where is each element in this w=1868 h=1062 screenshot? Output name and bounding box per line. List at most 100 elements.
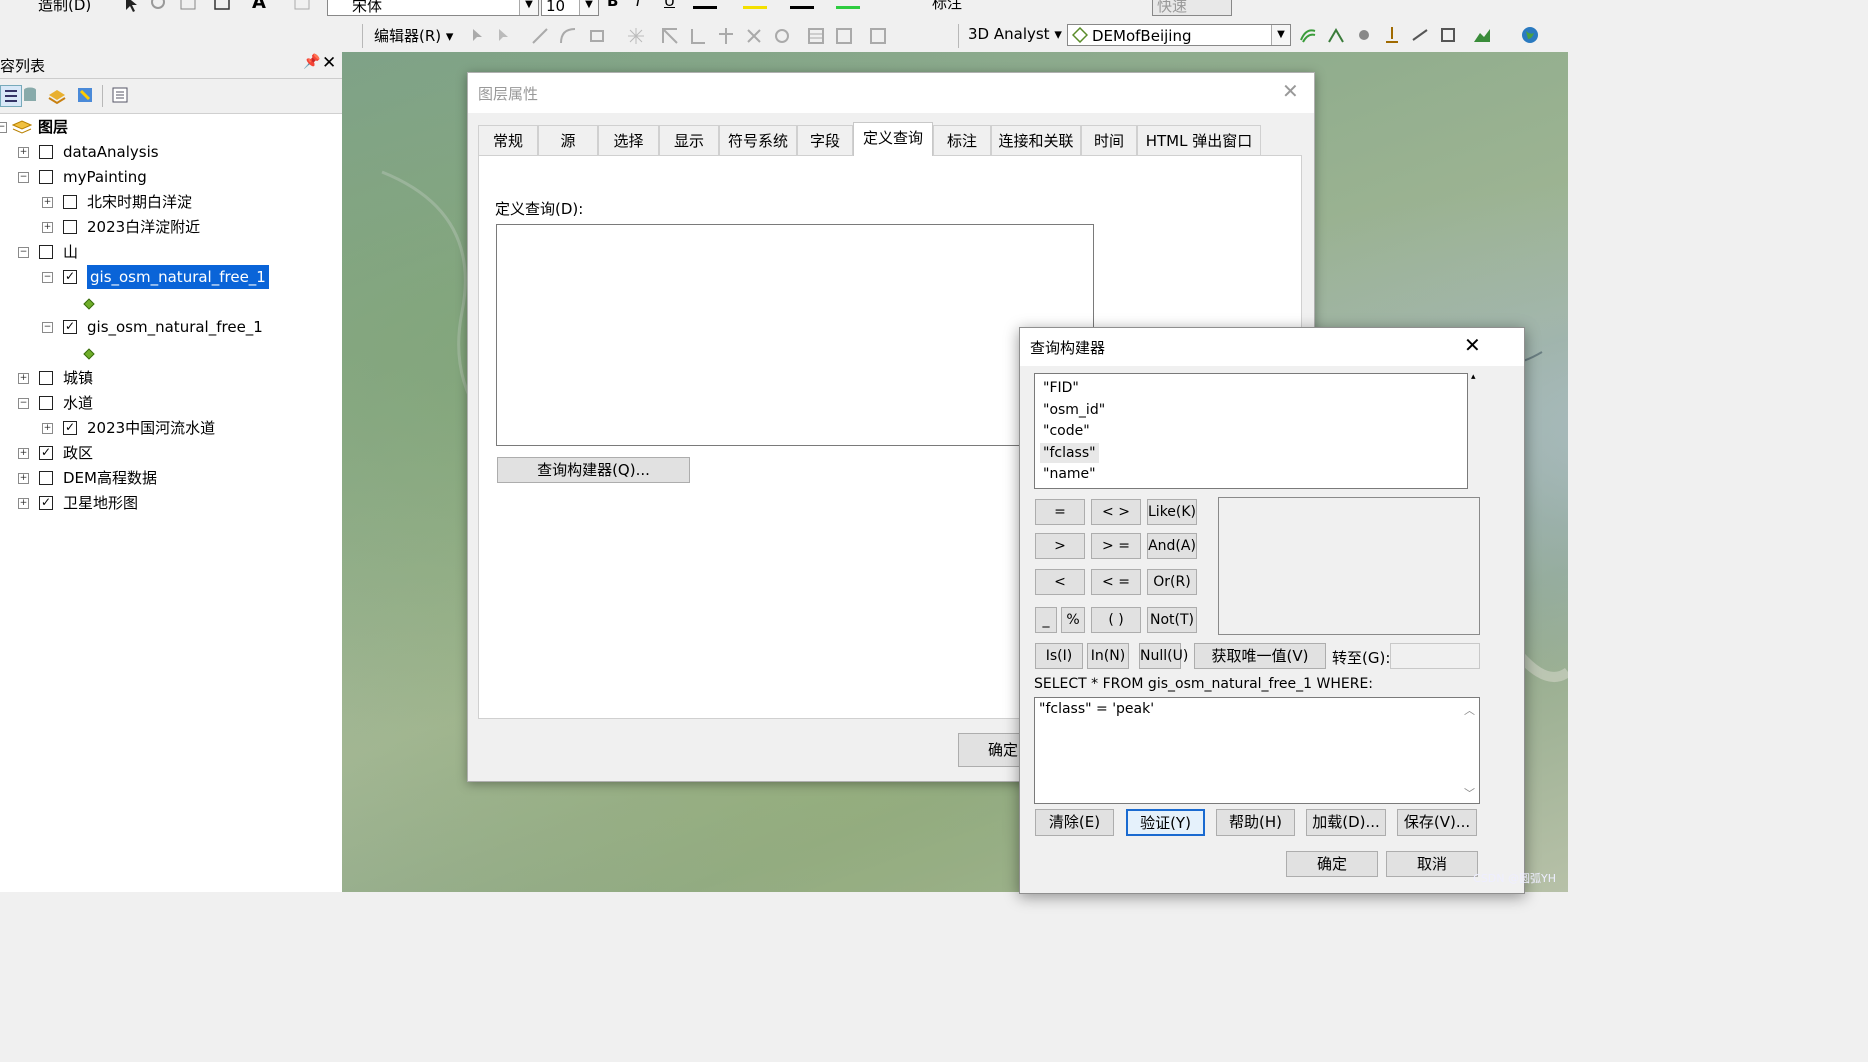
- pin-icon[interactable]: 📌: [303, 54, 320, 70]
- visibility-checkbox[interactable]: [63, 195, 77, 209]
- underline-button[interactable]: U: [664, 0, 675, 10]
- unique-values-list[interactable]: [1218, 497, 1480, 635]
- field-item[interactable]: "osm_id": [1043, 400, 1105, 420]
- attributes-icon[interactable]: [806, 26, 826, 46]
- underscore-button[interactable]: _: [1035, 607, 1057, 633]
- italic-button[interactable]: I: [636, 0, 640, 10]
- tree-item[interactable]: − ✓ gis_osm_natural_free_1: [0, 264, 340, 290]
- visibility-checkbox[interactable]: ✓: [63, 421, 77, 435]
- edit-annotation-icon[interactable]: [494, 26, 514, 46]
- reshape-icon[interactable]: [688, 26, 708, 46]
- list-by-drawing-order-icon[interactable]: [0, 85, 22, 107]
- edit-tool-icon[interactable]: [468, 26, 488, 46]
- rotate-icon[interactable]: [148, 0, 168, 14]
- picture-icon[interactable]: [292, 0, 312, 14]
- or-button[interactable]: Or(R): [1147, 569, 1197, 595]
- bold-button[interactable]: B: [607, 0, 618, 10]
- tab-2[interactable]: 选择: [598, 125, 659, 155]
- visibility-checkbox[interactable]: [39, 245, 53, 259]
- collapse-icon[interactable]: −: [42, 272, 53, 283]
- interpolate-polygon-icon[interactable]: [1438, 25, 1458, 45]
- tab-4[interactable]: 符号系统: [719, 125, 797, 155]
- close-icon[interactable]: ✕: [322, 53, 336, 73]
- fields-list[interactable]: "FID" "osm_id" "code" "fclass" "name": [1034, 373, 1468, 489]
- 3d-analyst-layer-combo[interactable]: DEMofBeijing ▼: [1067, 24, 1291, 46]
- tree-item[interactable]: − ✓ gis_osm_natural_free_1: [0, 315, 340, 339]
- tab-9[interactable]: 时间: [1081, 125, 1137, 155]
- tree-item[interactable]: + DEM高程数据: [0, 466, 340, 490]
- select-arrow-icon[interactable]: [122, 0, 142, 14]
- trace-icon[interactable]: [588, 26, 608, 46]
- tab-1[interactable]: 源: [538, 125, 598, 155]
- get-unique-values-button[interactable]: 获取唯一值(V): [1194, 643, 1326, 669]
- clear-button[interactable]: 清除(E): [1035, 809, 1114, 836]
- tree-item[interactable]: + ✓ 2023中国河流水道: [0, 416, 340, 440]
- globe-icon[interactable]: [1520, 25, 1540, 45]
- list-by-visibility-icon[interactable]: [47, 85, 67, 105]
- visibility-checkbox[interactable]: [39, 471, 53, 485]
- less-than-button[interactable]: <: [1035, 569, 1085, 595]
- expand-icon[interactable]: +: [42, 222, 53, 233]
- greater-equal-button[interactable]: > =: [1091, 533, 1141, 559]
- collapse-icon[interactable]: −: [0, 122, 7, 133]
- help-button[interactable]: 帮助(H): [1216, 809, 1295, 836]
- label-menu[interactable]: 标注: [932, 0, 962, 13]
- line-color-bar[interactable]: [790, 6, 814, 9]
- scroll-up-icon[interactable]: ▴: [1471, 372, 1476, 382]
- expand-icon[interactable]: +: [18, 448, 29, 459]
- 3d-analyst-menu[interactable]: 3D Analyst ▾: [968, 25, 1062, 43]
- visibility-checkbox[interactable]: ✓: [63, 270, 77, 284]
- greater-than-button[interactable]: >: [1035, 533, 1085, 559]
- field-item[interactable]: "FID": [1043, 378, 1079, 398]
- point-icon[interactable]: [626, 26, 646, 46]
- percent-button[interactable]: %: [1061, 607, 1085, 633]
- interpolate-line-icon[interactable]: [1410, 25, 1430, 45]
- cancel-button[interactable]: 取消: [1386, 851, 1478, 877]
- tree-item[interactable]: + 北宋时期白洋淀: [0, 190, 340, 214]
- graphics-icon[interactable]: [178, 0, 198, 14]
- expand-icon[interactable]: +: [18, 473, 29, 484]
- tab-10[interactable]: HTML 弹出窗口: [1137, 125, 1261, 155]
- close-icon[interactable]: ✕: [1282, 79, 1299, 103]
- not-equals-button[interactable]: < >: [1091, 499, 1141, 525]
- in-button[interactable]: In(N): [1087, 643, 1129, 669]
- draw-menu[interactable]: 造制(D): [38, 0, 91, 15]
- fill-color-bar[interactable]: [836, 6, 860, 9]
- tab-3[interactable]: 显示: [659, 125, 719, 155]
- collapse-icon[interactable]: −: [18, 247, 29, 258]
- tree-item[interactable]: − myPainting: [0, 165, 340, 189]
- line-of-sight-icon[interactable]: [1354, 25, 1374, 45]
- expand-icon[interactable]: +: [42, 423, 53, 434]
- text-A-icon[interactable]: A: [252, 0, 266, 13]
- collapse-icon[interactable]: −: [18, 398, 29, 409]
- close-icon[interactable]: ✕: [1464, 333, 1481, 357]
- expand-icon[interactable]: +: [18, 498, 29, 509]
- expression-textarea[interactable]: "fclass" = 'peak' ︿ ﹀: [1034, 697, 1480, 804]
- straight-segment-icon[interactable]: [530, 26, 550, 46]
- visibility-checkbox[interactable]: [39, 396, 53, 410]
- expand-icon[interactable]: +: [18, 373, 29, 384]
- create-features-icon[interactable]: [868, 26, 888, 46]
- visibility-checkbox[interactable]: ✓: [63, 320, 77, 334]
- expand-icon[interactable]: +: [18, 147, 29, 158]
- tree-item[interactable]: + ✓ 政区: [0, 441, 340, 465]
- equals-button[interactable]: =: [1035, 499, 1085, 525]
- visibility-checkbox[interactable]: [39, 145, 53, 159]
- tab-8[interactable]: 连接和关联: [991, 125, 1081, 155]
- save-button[interactable]: 保存(V)...: [1397, 809, 1477, 836]
- less-equal-button[interactable]: < =: [1091, 569, 1141, 595]
- edit-vertices-icon[interactable]: [660, 26, 680, 46]
- steepest-path-icon[interactable]: [1326, 25, 1346, 45]
- visibility-checkbox[interactable]: ✓: [39, 496, 53, 510]
- tree-item[interactable]: − 山: [0, 240, 340, 264]
- cut-polygons-icon[interactable]: [716, 26, 736, 46]
- editor-menu[interactable]: 编辑器(R) ▾: [374, 25, 453, 46]
- query-builder-button[interactable]: 查询构建器(Q)...: [497, 457, 690, 483]
- and-button[interactable]: And(A): [1147, 533, 1197, 559]
- is-button[interactable]: Is(I): [1035, 643, 1083, 669]
- like-button[interactable]: Like(K): [1147, 499, 1197, 525]
- goto-input[interactable]: [1390, 643, 1480, 669]
- arc-segment-icon[interactable]: [558, 26, 578, 46]
- scroll-up-icon[interactable]: ︿: [1464, 702, 1475, 718]
- parentheses-button[interactable]: ( ): [1091, 607, 1141, 633]
